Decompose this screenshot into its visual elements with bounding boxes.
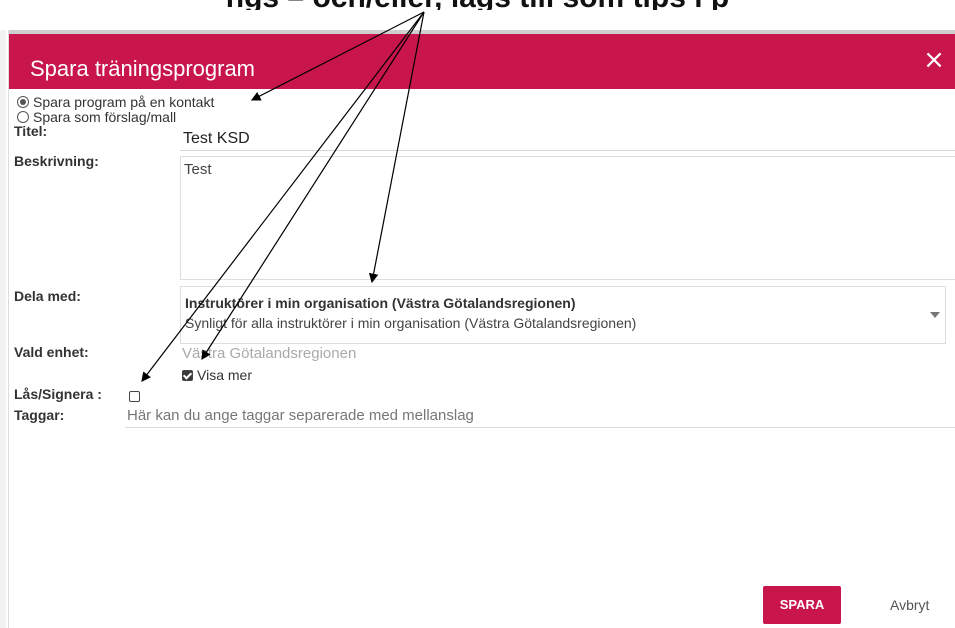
radio-save-on-contact[interactable]: Spara program på en kontakt — [17, 94, 214, 110]
show-more-checkbox-row[interactable]: Visa mer — [182, 367, 252, 383]
share-selected-subtitle: Synligt för alla instruktörer i min orga… — [185, 315, 637, 331]
unit-value: Västra Götalandsregionen — [182, 345, 357, 362]
chevron-down-icon[interactable] — [930, 312, 940, 318]
title-label: Titel: — [14, 123, 48, 139]
share-selected-title: Instruktörer i min organisation (Västra … — [185, 295, 576, 311]
close-icon[interactable]: × — [922, 47, 946, 73]
tags-label: Taggar: — [14, 407, 65, 423]
radio-label-contact: Spara program på en kontakt — [33, 94, 215, 110]
save-button[interactable]: SPARA — [763, 586, 841, 624]
top-caption: ngs – och/eller, lägs till som tips i p — [0, 0, 955, 10]
description-label: Beskrivning: — [14, 153, 99, 169]
show-more-label: Visa mer — [197, 367, 252, 383]
unit-label: Vald enhet: — [14, 344, 89, 360]
radio-label-template: Spara som förslag/mall — [33, 109, 177, 125]
description-textarea[interactable]: Test — [180, 156, 955, 280]
background-panel — [0, 30, 6, 628]
title-input[interactable]: Test KSD — [180, 127, 955, 151]
tags-input[interactable]: Här kan du ange taggar separerade med me… — [125, 404, 955, 428]
dialog-title: Spara träningsprogram — [30, 56, 256, 81]
share-dropdown[interactable]: Instruktörer i min organisation (Västra … — [180, 286, 946, 344]
radio-checked-icon[interactable] — [17, 96, 29, 108]
share-label: Dela med: — [14, 288, 81, 304]
show-more-checkbox[interactable] — [182, 370, 193, 381]
cancel-button[interactable]: Avbryt — [890, 597, 929, 613]
lock-checkbox[interactable] — [129, 391, 140, 402]
save-program-dialog: Spara träningsprogram × Spara program på… — [8, 30, 955, 628]
dialog-header: Spara träningsprogram × — [9, 30, 955, 89]
radio-unchecked-icon[interactable] — [17, 111, 29, 123]
lock-label: Lås/Signera : — [14, 386, 102, 402]
